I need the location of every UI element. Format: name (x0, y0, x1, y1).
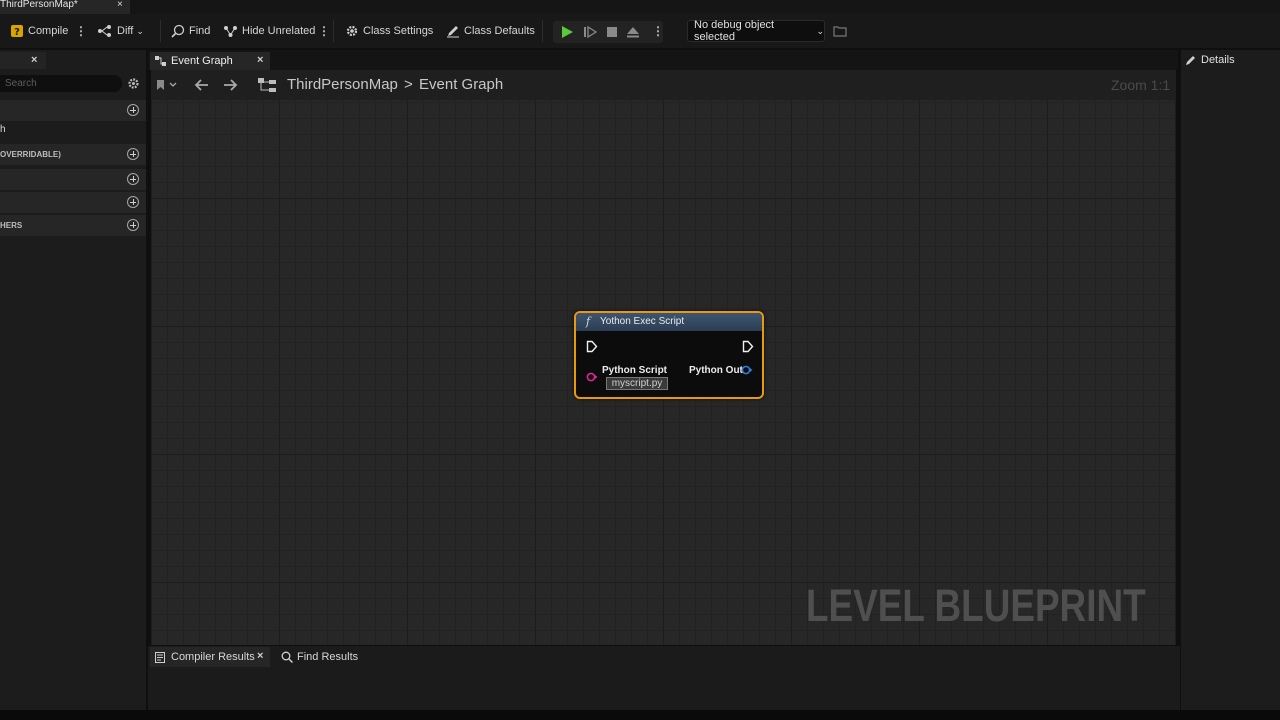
compile-options-icon[interactable]: ⋮ (75, 14, 87, 48)
diff-icon (98, 25, 111, 37)
document-tab-close-icon[interactable]: × (117, 0, 123, 10)
function-icon: f (586, 315, 591, 328)
toolbar-divider (333, 20, 334, 42)
breadcrumb-current: Event Graph (419, 76, 504, 93)
close-icon[interactable]: × (31, 54, 37, 66)
class-settings-label: Class Settings (363, 25, 434, 37)
back-arrow-icon[interactable] (193, 78, 209, 92)
add-macro-icon[interactable] (127, 173, 139, 185)
python-script-value-field[interactable]: myscript.py (606, 377, 668, 390)
graph-hierarchy-icon (258, 78, 276, 92)
find-results-label: Find Results (297, 651, 359, 663)
zoom-level: Zoom 1:1 (1111, 77, 1171, 93)
add-variable-icon[interactable] (127, 196, 139, 208)
diff-chevron-down-icon: ⌄ (136, 25, 144, 36)
tab-find-results[interactable]: Find Results (280, 647, 370, 667)
add-function-icon[interactable] (127, 148, 139, 160)
search-input[interactable]: Search (0, 75, 122, 92)
python-out-pin-icon[interactable] (741, 365, 753, 375)
class-defaults-button[interactable]: Class Defaults (446, 14, 535, 48)
add-dispatcher-icon[interactable] (127, 219, 139, 231)
debug-browse-icon[interactable] (833, 25, 847, 37)
debug-object-label: No debug object selected (694, 19, 775, 43)
compiler-results-label: Compiler Results (171, 651, 255, 663)
class-defaults-icon (447, 26, 459, 38)
node-header[interactable]: f Yothon Exec Script (576, 313, 762, 331)
my-blueprint-tab[interactable]: × (0, 52, 46, 69)
bookmark-icon[interactable] (156, 79, 178, 91)
pencil-icon (1186, 56, 1195, 65)
section-graphs[interactable] (0, 100, 146, 121)
node-title: Yothon Exec Script (600, 316, 685, 327)
exec-out-pin-icon[interactable] (742, 340, 754, 353)
blueprint-watermark: LEVEL BLUEPRINT (806, 580, 1146, 631)
compile-button[interactable]: ? Compile (10, 14, 68, 48)
hide-unrelated-options-icon[interactable]: ⋮ (318, 14, 330, 48)
python-out-pin-label: Python Out (689, 365, 743, 376)
gear-icon (346, 25, 358, 37)
section-label: HERS (0, 221, 23, 230)
tab-event-graph[interactable]: Event Graph × (150, 52, 270, 70)
toolbar-divider (160, 20, 161, 42)
exec-in-pin-icon[interactable] (586, 340, 598, 353)
python-exec-node[interactable]: f Yothon Exec Script Python Script myscr… (574, 311, 764, 399)
debug-object-select[interactable]: No debug object selected ⌄ (687, 19, 825, 43)
section-macros[interactable] (0, 169, 146, 190)
step-icon[interactable] (583, 25, 597, 39)
diff-button[interactable]: Diff ⌄ (97, 14, 144, 48)
details-title[interactable]: Details (1201, 54, 1235, 66)
hide-unrelated-icon (224, 25, 237, 37)
svg-text:?: ? (14, 27, 20, 38)
hide-unrelated-label: Hide Unrelated (242, 25, 316, 37)
play-options-icon[interactable]: ⋮ (652, 14, 664, 48)
event-graph-item[interactable]: h (0, 124, 6, 135)
python-script-pin-label: Python Script (602, 365, 668, 376)
document-tab-label: ThirdPersonMap* (0, 0, 78, 10)
add-graph-icon[interactable] (127, 104, 139, 116)
toolbar-divider (542, 20, 543, 42)
chevron-down-icon: ⌄ (816, 25, 824, 36)
hide-unrelated-button[interactable]: Hide Unrelated (223, 14, 315, 48)
search-icon (281, 651, 293, 663)
tab-label: Event Graph (171, 55, 233, 67)
compiler-results-icon (155, 652, 165, 663)
section-variables[interactable] (0, 192, 146, 213)
find-label: Find (189, 25, 211, 37)
play-icon[interactable] (560, 25, 574, 39)
breadcrumb-separator: > (404, 76, 413, 93)
eject-icon[interactable] (626, 25, 640, 39)
details-panel (1181, 50, 1280, 710)
section-event-dispatchers[interactable]: HERS (0, 215, 146, 236)
close-icon[interactable]: × (257, 54, 263, 66)
title-bar (0, 0, 1280, 14)
section-functions[interactable]: OVERRIDABLE) (0, 144, 146, 165)
status-strip (0, 710, 1280, 720)
compile-label: Compile (28, 25, 69, 37)
forward-arrow-icon[interactable] (223, 78, 239, 92)
stop-icon[interactable] (605, 25, 619, 39)
close-icon[interactable]: × (257, 650, 263, 662)
breadcrumb-root[interactable]: ThirdPersonMap (287, 76, 398, 93)
find-icon (171, 24, 185, 38)
graph-tab-bar (148, 50, 1178, 70)
find-button[interactable]: Find (171, 14, 210, 48)
compile-icon: ? (11, 25, 23, 38)
settings-gear-icon[interactable] (127, 77, 140, 90)
section-label: OVERRIDABLE) (0, 150, 61, 159)
python-script-pin-icon[interactable] (586, 372, 598, 382)
search-placeholder: Search (5, 78, 37, 89)
class-defaults-label: Class Defaults (464, 25, 535, 37)
tab-compiler-results[interactable]: Compiler Results × (150, 647, 270, 667)
class-settings-button[interactable]: Class Settings (345, 14, 433, 48)
document-tab[interactable]: ThirdPersonMap* × (0, 0, 130, 14)
graph-icon (155, 56, 166, 66)
diff-label: Diff (117, 25, 134, 37)
